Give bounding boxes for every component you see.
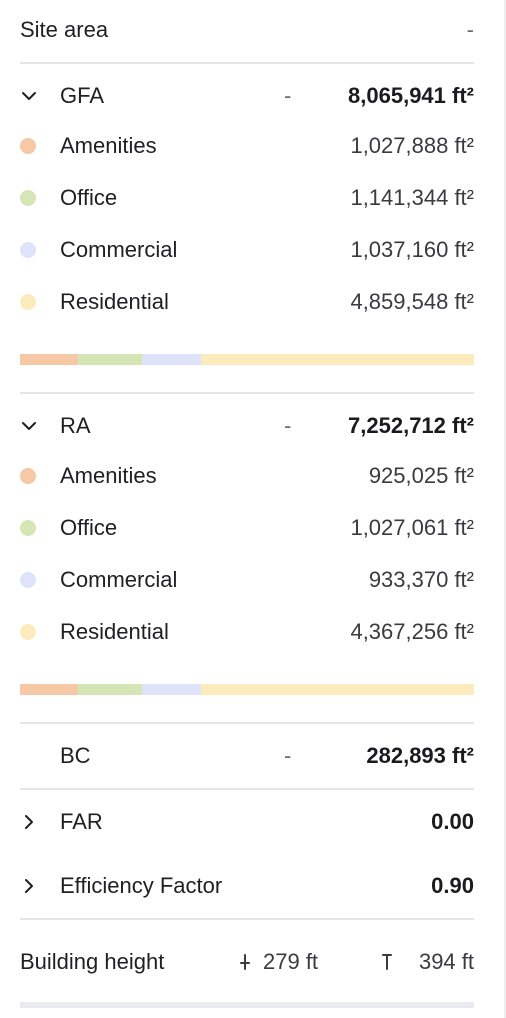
bar-segment-commercial — [142, 354, 201, 365]
efficiency-label: Efficiency Factor — [60, 873, 223, 898]
chevron-down-icon[interactable] — [20, 417, 38, 435]
ra-total: 7,252,712 ft² — [348, 413, 474, 438]
gfa-office-value: 1,141,344 ft² — [350, 185, 474, 210]
far-value: 0.00 — [431, 809, 474, 834]
gfa-residential-value: 4,859,548 ft² — [350, 289, 474, 314]
commercial-color-dot — [20, 572, 36, 588]
gfa-distribution-bar — [20, 354, 474, 365]
building-height-max: 394 ft — [418, 949, 474, 974]
bc-value: 282,893 ft² — [366, 743, 474, 768]
residential-color-dot — [20, 294, 36, 310]
gfa-commercial-label: Commercial — [60, 237, 178, 262]
list-item: Amenities 925,025 ft² — [20, 456, 474, 496]
list-item: Commercial 933,370 ft² — [20, 560, 474, 600]
building-height-min: 279 ft — [263, 949, 319, 974]
bc-row: BC - 282,893 ft² — [20, 736, 474, 776]
ra-commercial-label: Commercial — [60, 567, 178, 592]
ra-amenities-label: Amenities — [60, 463, 157, 488]
ra-office-value: 1,027,061 ft² — [350, 515, 474, 540]
ra-residential-value: 4,367,256 ft² — [350, 619, 474, 644]
gfa-residential-label: Residential — [60, 289, 169, 314]
efficiency-value: 0.90 — [431, 873, 474, 898]
min-height-icon — [240, 954, 250, 970]
divider — [20, 722, 474, 724]
site-area-value: - — [466, 17, 474, 42]
list-item: Commercial 1,037,160 ft² — [20, 230, 474, 270]
ra-amenities-value: 925,025 ft² — [368, 463, 474, 488]
office-color-dot — [20, 190, 36, 206]
site-area-row: Site area - — [20, 10, 474, 50]
gfa-amenities-value: 1,027,888 ft² — [350, 133, 474, 158]
divider — [20, 392, 474, 394]
metrics-panel: Site area - GFA - 8,065,941 ft² Amenitie… — [0, 0, 506, 1018]
site-area-label: Site area — [20, 17, 109, 42]
amenities-color-dot — [20, 468, 36, 484]
bc-dash: - — [284, 743, 292, 768]
max-height-icon — [382, 954, 392, 970]
list-item: Amenities 1,027,888 ft² — [20, 126, 474, 166]
ra-commercial-value: 933,370 ft² — [368, 567, 474, 592]
bar-segment-residential — [200, 684, 475, 695]
gfa-commercial-value: 1,037,160 ft² — [350, 237, 474, 262]
bar-segment-commercial — [142, 684, 201, 695]
bar-segment-office — [78, 684, 143, 695]
ra-distribution-bar — [20, 684, 475, 695]
list-item: Residential 4,367,256 ft² — [20, 612, 474, 652]
gfa-header-row[interactable]: GFA - 8,065,941 ft² — [20, 76, 474, 116]
bc-label: BC — [60, 743, 91, 768]
gfa-dash: - — [284, 83, 292, 108]
divider — [20, 918, 474, 920]
chevron-right-icon[interactable] — [20, 877, 38, 895]
gfa-label: GFA — [60, 83, 105, 108]
efficiency-row[interactable]: Efficiency Factor 0.90 — [20, 866, 474, 906]
ra-label: RA — [60, 413, 91, 438]
scroll-indicator — [20, 1002, 474, 1008]
bar-segment-office — [77, 354, 143, 365]
chevron-down-icon[interactable] — [20, 87, 38, 105]
bar-segment-amenities — [20, 354, 78, 365]
building-height-label: Building height — [20, 949, 165, 974]
list-item: Office 1,027,061 ft² — [20, 508, 474, 548]
office-color-dot — [20, 520, 36, 536]
ra-dash: - — [284, 413, 292, 438]
gfa-amenities-label: Amenities — [60, 133, 157, 158]
ra-office-label: Office — [60, 515, 118, 540]
ra-header-row[interactable]: RA - 7,252,712 ft² — [20, 406, 474, 446]
building-height-row: Building height 279 ft 394 ft — [20, 942, 474, 982]
bar-segment-residential — [200, 354, 474, 365]
far-row[interactable]: FAR 0.00 — [20, 802, 474, 842]
gfa-total: 8,065,941 ft² — [348, 83, 474, 108]
ra-residential-label: Residential — [60, 619, 169, 644]
list-item: Office 1,141,344 ft² — [20, 178, 474, 218]
residential-color-dot — [20, 624, 36, 640]
amenities-color-dot — [20, 138, 36, 154]
gfa-office-label: Office — [60, 185, 118, 210]
bar-segment-amenities — [20, 684, 79, 695]
commercial-color-dot — [20, 242, 36, 258]
list-item: Residential 4,859,548 ft² — [20, 282, 474, 322]
divider — [20, 62, 474, 64]
divider — [20, 788, 474, 790]
far-label: FAR — [60, 809, 103, 834]
chevron-right-icon[interactable] — [20, 813, 38, 831]
